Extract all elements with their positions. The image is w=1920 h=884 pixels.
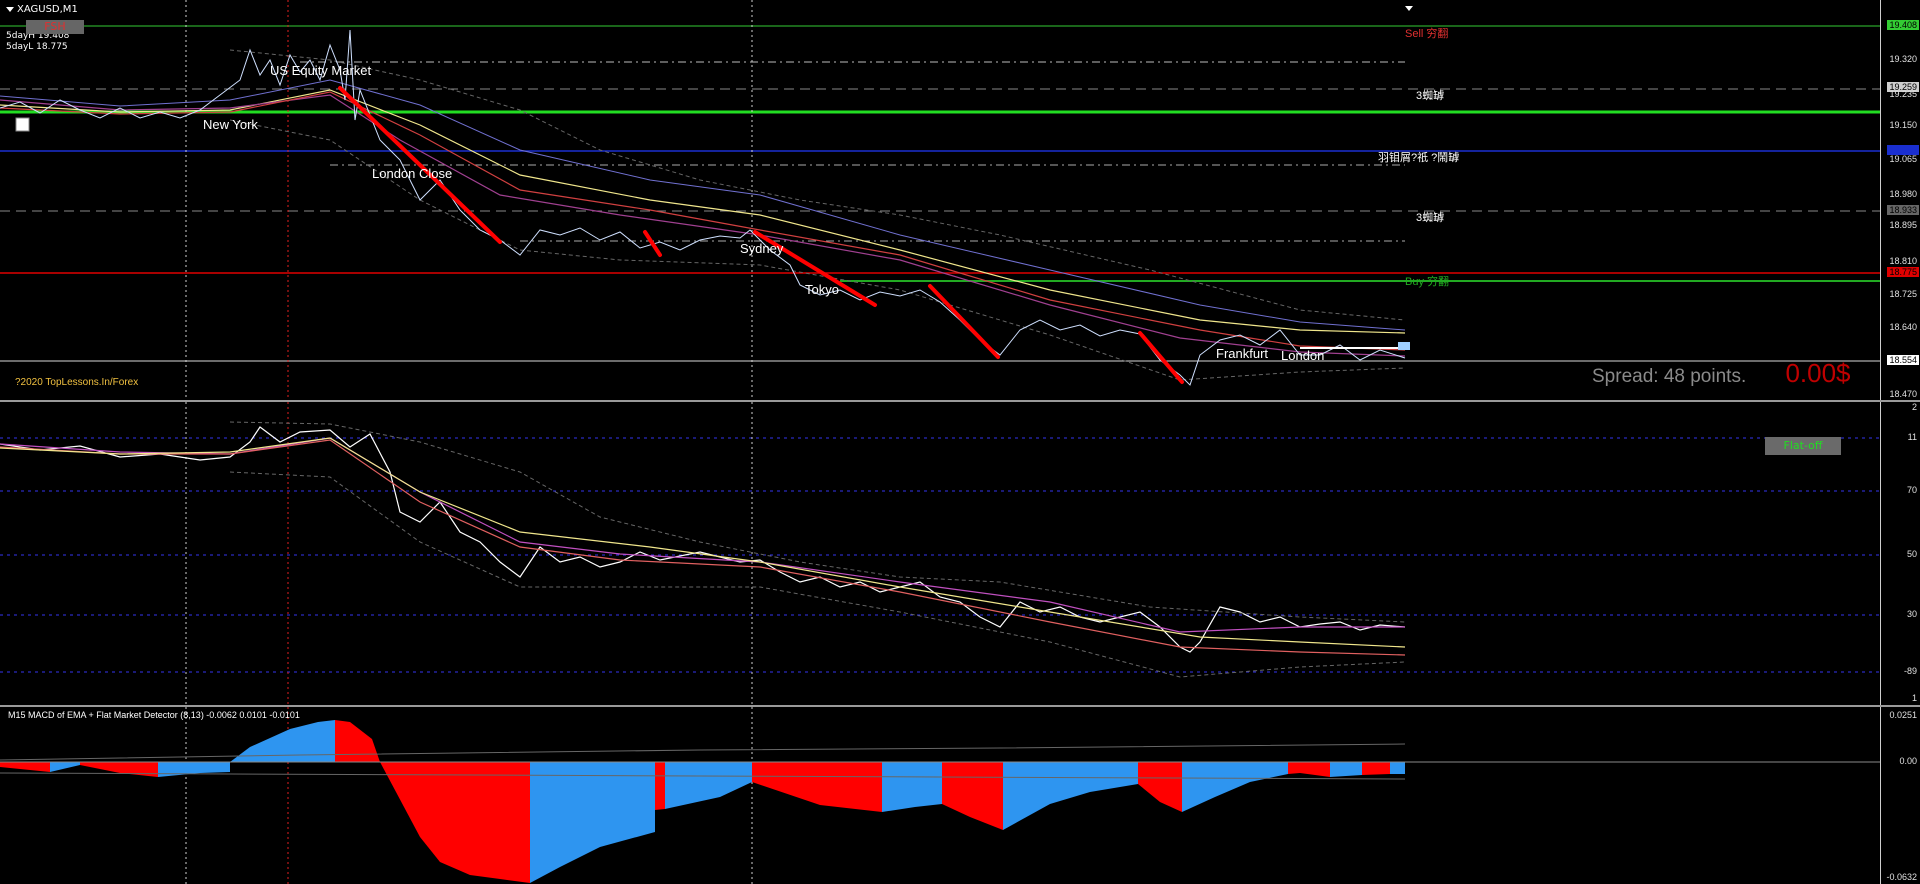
price-tick: 18.470 <box>1889 389 1917 399</box>
session-london-close: London Close <box>372 166 452 181</box>
price-chart[interactable]: US Equity Market New York London Close S… <box>0 0 1880 400</box>
osc-tick: 1 <box>1911 693 1917 703</box>
sell-label: Sell 穷翻 <box>1405 26 1448 40</box>
osc-tick: 70 <box>1906 485 1917 495</box>
oscillator-pane[interactable]: Flat-off 2 11 70 50 30 -89 1 <box>0 400 1920 707</box>
macd-chart[interactable]: M15 MACD of EMA + Flat Market Detector (… <box>0 707 1880 884</box>
macd-title: M15 MACD of EMA + Flat Market Detector (… <box>8 710 300 720</box>
price-scale[interactable]: 19.320 19.150 18.980 18.895 18.810 18.72… <box>1880 0 1920 400</box>
price-tick: 19.150 <box>1889 120 1917 130</box>
macd-scale[interactable]: 0.0251 0.00 -0.0632 <box>1880 707 1920 884</box>
symbol-label: XAGUSD,M1 <box>6 4 78 15</box>
price-tick: 18.980 <box>1889 189 1917 199</box>
profit-readout: 0.00$ <box>1785 358 1851 388</box>
oscillator-chart[interactable] <box>0 402 1880 707</box>
price-tick: 19.065 <box>1889 154 1917 164</box>
osc-tick: 11 <box>1907 432 1917 442</box>
session-sydney: Sydney <box>740 241 784 256</box>
session-tokyo: Tokyo <box>805 282 839 297</box>
fsh-button[interactable]: FSH <box>26 20 84 34</box>
macd-tick: 0.00 <box>1899 756 1917 766</box>
dropdown-icon[interactable] <box>6 6 14 12</box>
macd-tick: -0.0632 <box>1886 872 1917 882</box>
session-frankfurt: Frankfurt <box>1216 346 1268 361</box>
position-marker <box>15 117 30 132</box>
price-tick: 18.640 <box>1889 322 1917 332</box>
level-mark-1: 3蜘罅 <box>1416 88 1444 102</box>
copyright-text: ?2020 TopLessons.In/Forex <box>15 377 138 388</box>
flat-off-button[interactable]: Flat-off <box>1765 437 1841 455</box>
price-tag-current: 18.554 <box>1887 355 1919 365</box>
osc-tick: 30 <box>1906 609 1917 619</box>
session-new-york: New York <box>203 117 258 132</box>
price-tag-top: 19.408 <box>1887 20 1919 30</box>
macd-tick: 0.0251 <box>1889 710 1917 720</box>
buy-label: Buy 穷翻 <box>1405 274 1449 288</box>
osc-tick: 50 <box>1906 549 1917 559</box>
chart-window[interactable]: US Equity Market New York London Close S… <box>0 0 1920 884</box>
price-tick: 18.725 <box>1889 289 1917 299</box>
osc-tick: -89 <box>1903 666 1917 676</box>
price-tick: 19.235 <box>1889 89 1917 99</box>
price-tick: 19.320 <box>1889 54 1917 64</box>
macd-pane[interactable]: M15 MACD of EMA + Flat Market Detector (… <box>0 705 1920 884</box>
session-london: London <box>1281 348 1324 363</box>
osc-tick: 2 <box>1911 402 1917 412</box>
spread-readout: Spread: 48 points. <box>1592 366 1746 387</box>
session-us-equity: US Equity Market <box>270 63 372 78</box>
price-pane[interactable]: US Equity Market New York London Close S… <box>0 0 1920 400</box>
price-tag-grey: 18.933 <box>1887 205 1919 215</box>
price-tick: 18.810 <box>1889 256 1917 266</box>
price-tag-red: 18.775 <box>1887 267 1919 277</box>
day-low: 5dayL 18.775 <box>6 42 68 52</box>
oscillator-scale[interactable]: 2 11 70 50 30 -89 1 <box>1880 402 1920 707</box>
level-mark-3: 3蜘罅 <box>1416 210 1444 224</box>
level-mark-2: 羽钼屑?祇 ?鬧罅 <box>1378 150 1459 164</box>
range-info: 5dayH 19.408 5dayL 18.775 <box>6 31 69 53</box>
price-tick: 18.895 <box>1889 220 1917 230</box>
